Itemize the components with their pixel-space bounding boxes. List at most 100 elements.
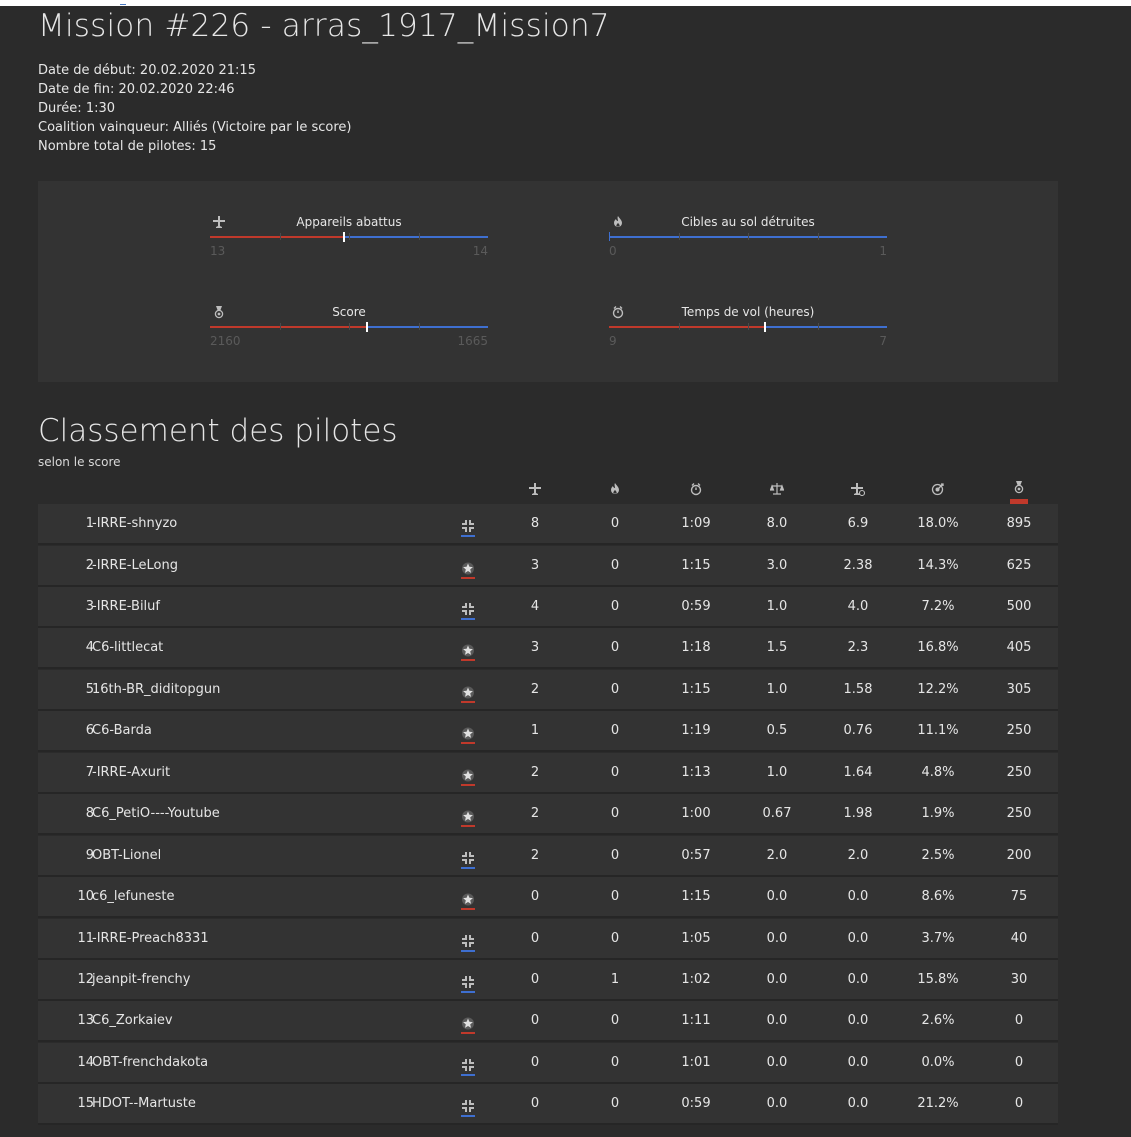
column-header-fire-icon[interactable] <box>608 481 622 495</box>
kh-cell: 0.0 <box>847 930 869 946</box>
pilot-name-link[interactable]: C6_Zorkaiev <box>92 1001 173 1040</box>
stat-bar-blue <box>765 326 887 328</box>
pilot-name-link[interactable]: 16th-BR_diditopgun <box>92 670 220 709</box>
ground-cell: 0 <box>610 557 620 573</box>
ground-cell: 0 <box>610 598 620 614</box>
acc-cell: 4.8% <box>921 764 955 780</box>
column-header-plane-ratio-icon[interactable] <box>851 481 866 497</box>
pilot-name-link[interactable]: jeanpit-frenchy <box>92 960 190 999</box>
table-row[interactable]: 7 -IRRE-Axurit 2 0 1:13 1.0 1.64 4.8% 250 <box>38 752 1058 794</box>
ground-cell: 0 <box>610 1013 620 1029</box>
pilot-name-link[interactable]: HDOT--Martuste <box>92 1084 196 1123</box>
top-link-mark <box>120 0 126 5</box>
stat-label: Score <box>332 305 366 319</box>
kd-cell: 1.0 <box>766 764 788 780</box>
ground-cell: 0 <box>610 1054 620 1070</box>
kills-cell: 0 <box>530 889 540 905</box>
stat-right-value: 14 <box>472 244 488 258</box>
pilot-name-link[interactable]: -IRRE-Axurit <box>92 753 170 792</box>
column-header-target-icon[interactable] <box>931 481 945 496</box>
allied-coalition-icon <box>460 764 476 786</box>
column-header-plane-icon[interactable] <box>528 481 542 495</box>
allied-coalition-icon <box>460 681 476 703</box>
kd-cell: 0.0 <box>766 1054 788 1070</box>
kills-cell: 8 <box>530 516 540 531</box>
ground-cell: 0 <box>610 723 620 739</box>
pilot-name-link[interactable]: OBT-Lionel <box>92 836 161 875</box>
acc-cell: 7.2% <box>921 598 955 614</box>
column-header-balance-icon[interactable] <box>769 481 785 495</box>
time-cell: 1:05 <box>681 930 711 946</box>
rank-cell: 3 <box>85 598 94 614</box>
pilot-name-link[interactable]: -IRRE-LeLong <box>92 546 178 585</box>
table-row[interactable]: 13 C6_Zorkaiev 0 0 1:11 0.0 0.0 2.6% 0 <box>38 1001 1058 1043</box>
score-cell: 75 <box>1010 889 1028 905</box>
pilot-name-link[interactable]: c6_lefuneste <box>92 877 174 916</box>
acc-cell: 3.7% <box>921 930 955 946</box>
rank-cell: 5 <box>85 681 94 697</box>
pilot-name-link[interactable]: OBT-frenchdakota <box>92 1043 208 1082</box>
kh-cell: 1.64 <box>843 764 873 780</box>
stat-tick <box>349 323 350 330</box>
rank-cell: 13 <box>77 1013 94 1029</box>
pilot-name-link[interactable]: -IRRE-shnyzo <box>92 504 177 543</box>
kd-cell: 1.5 <box>766 640 788 656</box>
top-strip <box>0 0 1131 6</box>
kills-cell: 0 <box>530 1054 540 1070</box>
acc-cell: 14.3% <box>917 557 959 573</box>
pilot-name-link[interactable]: -IRRE-Biluf <box>92 587 160 626</box>
time-cell: 1:18 <box>681 640 711 656</box>
allied-coalition-icon <box>460 888 476 911</box>
ground-cell: 0 <box>610 1096 620 1112</box>
stat-right-value: 1 <box>879 244 887 258</box>
pilot-name-link[interactable]: -IRRE-Preach8331 <box>92 919 209 958</box>
kills-cell: 3 <box>530 557 540 573</box>
pilot-name-link[interactable]: C6-Barda <box>92 711 152 750</box>
time-cell: 1:09 <box>681 516 711 531</box>
table-row[interactable]: 14 OBT-frenchdakota 0 0 1:01 0.0 0.0 0.0% 0 <box>38 1042 1058 1084</box>
acc-cell: 15.8% <box>917 972 959 987</box>
column-header-stopwatch-icon[interactable] <box>689 481 703 496</box>
kh-cell: 1.98 <box>843 806 873 822</box>
stat-score: Score 2160 1665 <box>210 304 488 364</box>
ranking-title: Classement des pilotes <box>38 413 398 449</box>
score-cell: 405 <box>1006 640 1032 656</box>
table-row[interactable]: 8 C6_PetiO----Youtube 2 0 1:00 0.67 1.98 1.9% 25… <box>38 794 1058 836</box>
stat-bar-blue <box>344 236 488 238</box>
table-row[interactable]: 4 C6-littlecat 3 0 1:18 1.5 2.3 16.8% 405 <box>38 628 1058 670</box>
table-row[interactable]: 5 16th-BR_diditopgun 2 0 1:15 1.0 1.58 12.2% 305 <box>38 669 1058 711</box>
rank-cell: 2 <box>85 557 94 573</box>
kd-cell: 0.0 <box>766 1096 788 1112</box>
table-row[interactable]: 2 -IRRE-LeLong 3 0 1:15 3.0 2.38 14.3% 625 <box>38 545 1058 587</box>
table-row[interactable]: 3 -IRRE-Biluf 4 0 0:59 1.0 4.0 7.2% 500 <box>38 586 1058 628</box>
rank-cell: 6 <box>85 723 94 739</box>
table-row[interactable]: 11 -IRRE-Preach8331 0 0 1:05 0.0 0.0 3.7% 40 <box>38 918 1058 960</box>
allied-coalition-icon <box>460 805 476 828</box>
stat-tick <box>679 233 680 240</box>
table-row[interactable]: 10 c6_lefuneste 0 0 1:15 0.0 0.0 8.6% 75 <box>38 877 1058 919</box>
stat-marker <box>343 232 345 242</box>
pilot-name-link[interactable]: C6_PetiO----Youtube <box>92 794 220 833</box>
table-row[interactable]: 9 OBT-Lionel 2 0 0:57 2.0 2.0 2.5% 200 <box>38 835 1058 877</box>
acc-cell: 16.8% <box>917 640 959 656</box>
pilot-name-link[interactable]: C6-littlecat <box>92 628 163 667</box>
stat-marker <box>609 232 610 241</box>
kd-cell: 0.0 <box>766 972 788 987</box>
sort-by-score-header[interactable] <box>1010 479 1028 505</box>
rank-cell: 12 <box>77 972 94 987</box>
rank-cell: 8 <box>85 806 94 822</box>
central-coalition-icon <box>460 930 476 952</box>
table-row[interactable]: 6 C6-Barda 1 0 1:19 0.5 0.76 11.1% 250 <box>38 711 1058 753</box>
stat-bar-red <box>609 326 765 328</box>
rank-cell: 14 <box>77 1054 94 1070</box>
stat-tick <box>748 233 749 240</box>
time-cell: 1:02 <box>681 972 711 987</box>
kh-cell: 0.0 <box>847 1096 869 1112</box>
kd-cell: 2.0 <box>766 847 788 863</box>
ground-cell: 1 <box>610 972 620 987</box>
stat-bar-red <box>210 326 367 328</box>
table-row[interactable]: 12 jeanpit-frenchy 0 1 1:02 0.0 0.0 15.8% 30 <box>38 960 1058 1001</box>
table-row[interactable]: 15 HDOT--Martuste 0 0 0:59 0.0 0.0 21.2% 0 <box>38 1084 1058 1126</box>
table-row[interactable]: 1 -IRRE-shnyzo 8 0 1:09 8.0 6.9 18.0% 895 <box>38 504 1058 545</box>
score-cell: 250 <box>1006 806 1032 822</box>
